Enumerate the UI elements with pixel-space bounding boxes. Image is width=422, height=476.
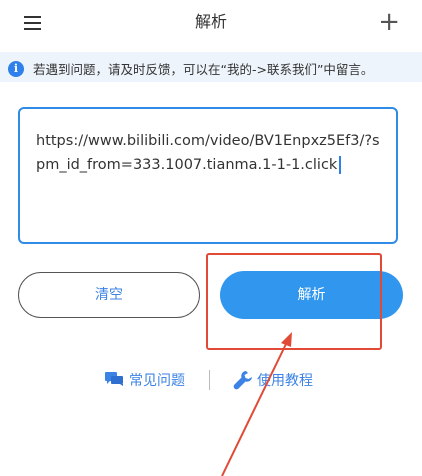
chat-bubbles-icon[interactable] [105, 372, 123, 386]
wrench-icon[interactable] [233, 370, 253, 390]
url-input-value: https://www.bilibili.com/video/BV1Enpxz5… [36, 129, 386, 177]
faq-link[interactable]: 常见问题 [129, 370, 185, 390]
url-text: https://www.bilibili.com/video/BV1Enpxz5… [36, 133, 380, 173]
clear-button[interactable]: 清空 [18, 272, 200, 318]
url-input[interactable]: https://www.bilibili.com/video/BV1Enpxz5… [18, 107, 398, 244]
highlight-box [206, 253, 382, 350]
help-links: 常见问题 使用教程 [105, 366, 325, 394]
notice-text: 若遇到问题，请及时反馈，可以在“我的->联系我们”中留言。 [33, 62, 374, 77]
plus-icon[interactable]: + [378, 9, 400, 35]
page-title: 解析 [194, 12, 227, 31]
info-icon: i [8, 61, 24, 77]
top-bar: 解析 + [0, 0, 422, 47]
link-divider [209, 370, 210, 390]
text-caret [339, 156, 342, 174]
notice-banner: i 若遇到问题，请及时反馈，可以在“我的->联系我们”中留言。 [0, 52, 422, 82]
tutorial-link[interactable]: 使用教程 [257, 370, 313, 390]
